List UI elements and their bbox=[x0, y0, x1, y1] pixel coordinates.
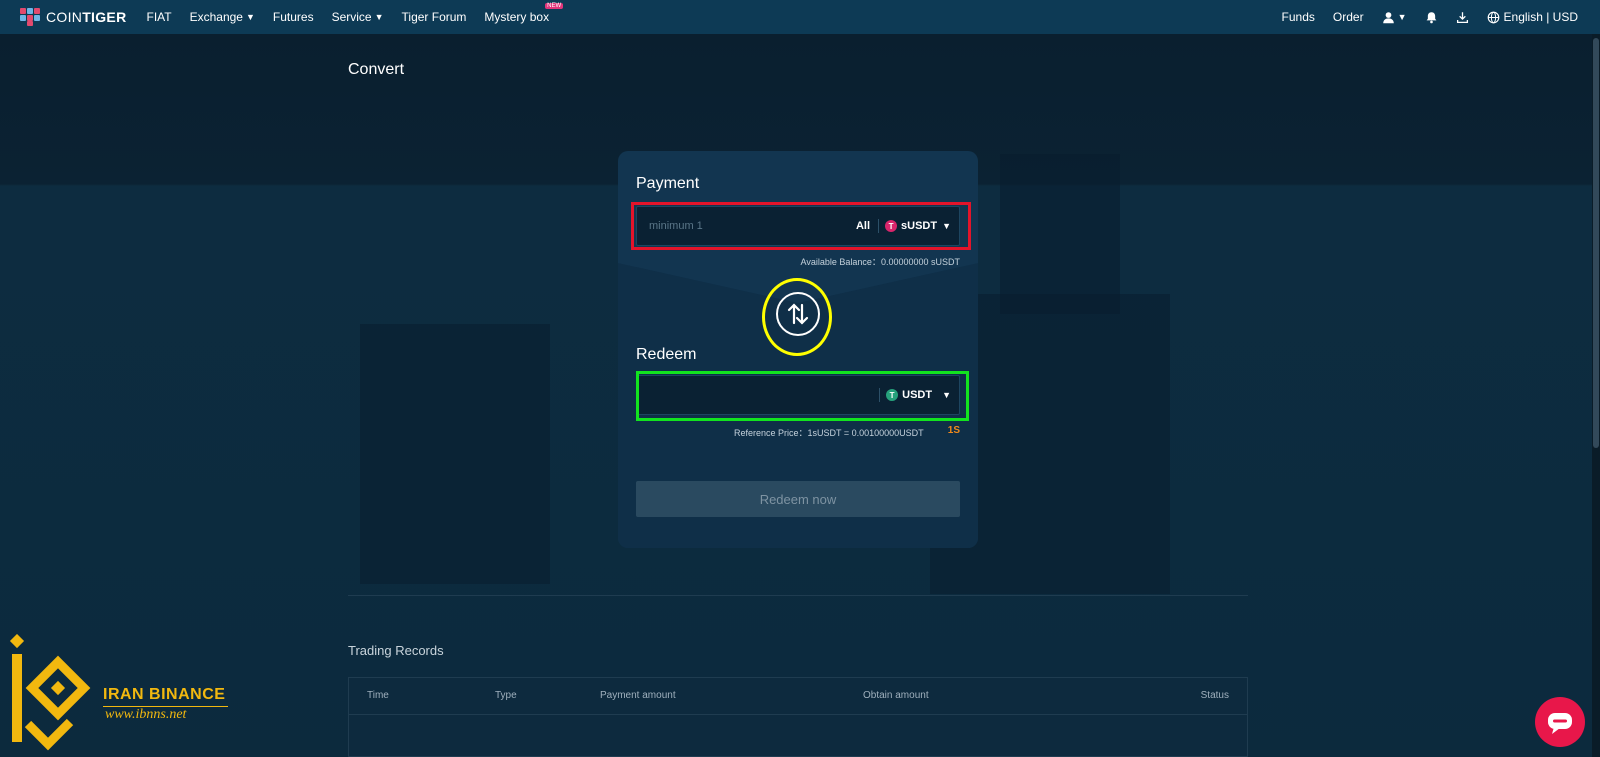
redeem-title: Redeem bbox=[636, 346, 697, 363]
globe-icon bbox=[1487, 11, 1499, 23]
nav-funds[interactable]: Funds bbox=[1282, 10, 1315, 24]
logo-text: COINTIGER bbox=[46, 9, 127, 25]
caret-down-icon: ▼ bbox=[374, 12, 384, 22]
nav-futures[interactable]: Futures bbox=[273, 10, 314, 24]
section-divider bbox=[348, 595, 1248, 596]
scrollbar-thumb[interactable] bbox=[1593, 38, 1599, 448]
column-payment-amount: Payment amount bbox=[600, 690, 676, 701]
table-header: Time Type Payment amount Obtain amount S… bbox=[349, 678, 1247, 715]
caret-down-icon: ▼ bbox=[1397, 12, 1407, 22]
download-icon bbox=[1456, 11, 1468, 23]
top-navigation: COINTIGER FIAT Exchange ▼ Futures Service… bbox=[0, 0, 1600, 34]
page-scrollbar[interactable] bbox=[1592, 34, 1600, 757]
column-obtain-amount: Obtain amount bbox=[863, 690, 929, 701]
new-badge: NEW bbox=[545, 3, 564, 9]
trading-records-table: Time Type Payment amount Obtain amount S… bbox=[348, 677, 1248, 757]
user-icon bbox=[1382, 11, 1394, 23]
notifications-button[interactable] bbox=[1425, 11, 1438, 24]
nav-fiat[interactable]: FIAT bbox=[146, 10, 171, 24]
iran-binance-logo-icon bbox=[9, 634, 91, 751]
chat-icon bbox=[1548, 713, 1572, 734]
payment-highlight-box bbox=[631, 202, 971, 250]
redeem-highlight-box bbox=[636, 371, 969, 421]
nav-tiger-forum[interactable]: Tiger Forum bbox=[402, 10, 467, 24]
available-balance: Available Balance：0.00000000 sUSDT bbox=[800, 257, 960, 267]
tiger-logo-icon bbox=[20, 8, 40, 26]
payment-title: Payment bbox=[636, 175, 700, 192]
support-chat-button[interactable] bbox=[1535, 697, 1585, 747]
language-currency-selector[interactable]: English | USD bbox=[1487, 10, 1578, 24]
nav-mystery-box[interactable]: Mystery box NEW bbox=[484, 3, 564, 24]
nav-exchange[interactable]: Exchange ▼ bbox=[190, 10, 255, 24]
redeem-now-button[interactable]: Redeem now bbox=[636, 481, 960, 517]
refresh-countdown: 1S bbox=[947, 425, 960, 436]
column-type: Type bbox=[495, 690, 517, 701]
nav-order[interactable]: Order bbox=[1333, 10, 1364, 24]
column-status: Status bbox=[1200, 690, 1229, 701]
page-title: Convert bbox=[348, 61, 405, 78]
watermark-site: www.ibnns.net bbox=[105, 707, 187, 722]
bell-icon bbox=[1426, 11, 1436, 23]
reference-price: Reference Price：1sUSDT = 0.00100000USDT bbox=[734, 428, 924, 438]
caret-down-icon: ▼ bbox=[245, 12, 255, 22]
user-menu[interactable]: ▼ bbox=[1382, 11, 1407, 24]
download-button[interactable] bbox=[1456, 11, 1469, 24]
swap-highlight-circle bbox=[762, 278, 832, 356]
trading-records-title: Trading Records bbox=[348, 643, 444, 658]
column-time: Time bbox=[367, 690, 389, 701]
cointiger-logo[interactable]: COINTIGER bbox=[20, 8, 126, 26]
nav-right-group: Funds Order ▼ English | USD bbox=[1264, 10, 1578, 24]
watermark-brand: IRAN BINANCE bbox=[103, 686, 226, 703]
iran-binance-watermark: IRAN BINANCE www.ibnns.net bbox=[8, 634, 228, 754]
nav-service[interactable]: Service ▼ bbox=[332, 10, 384, 24]
